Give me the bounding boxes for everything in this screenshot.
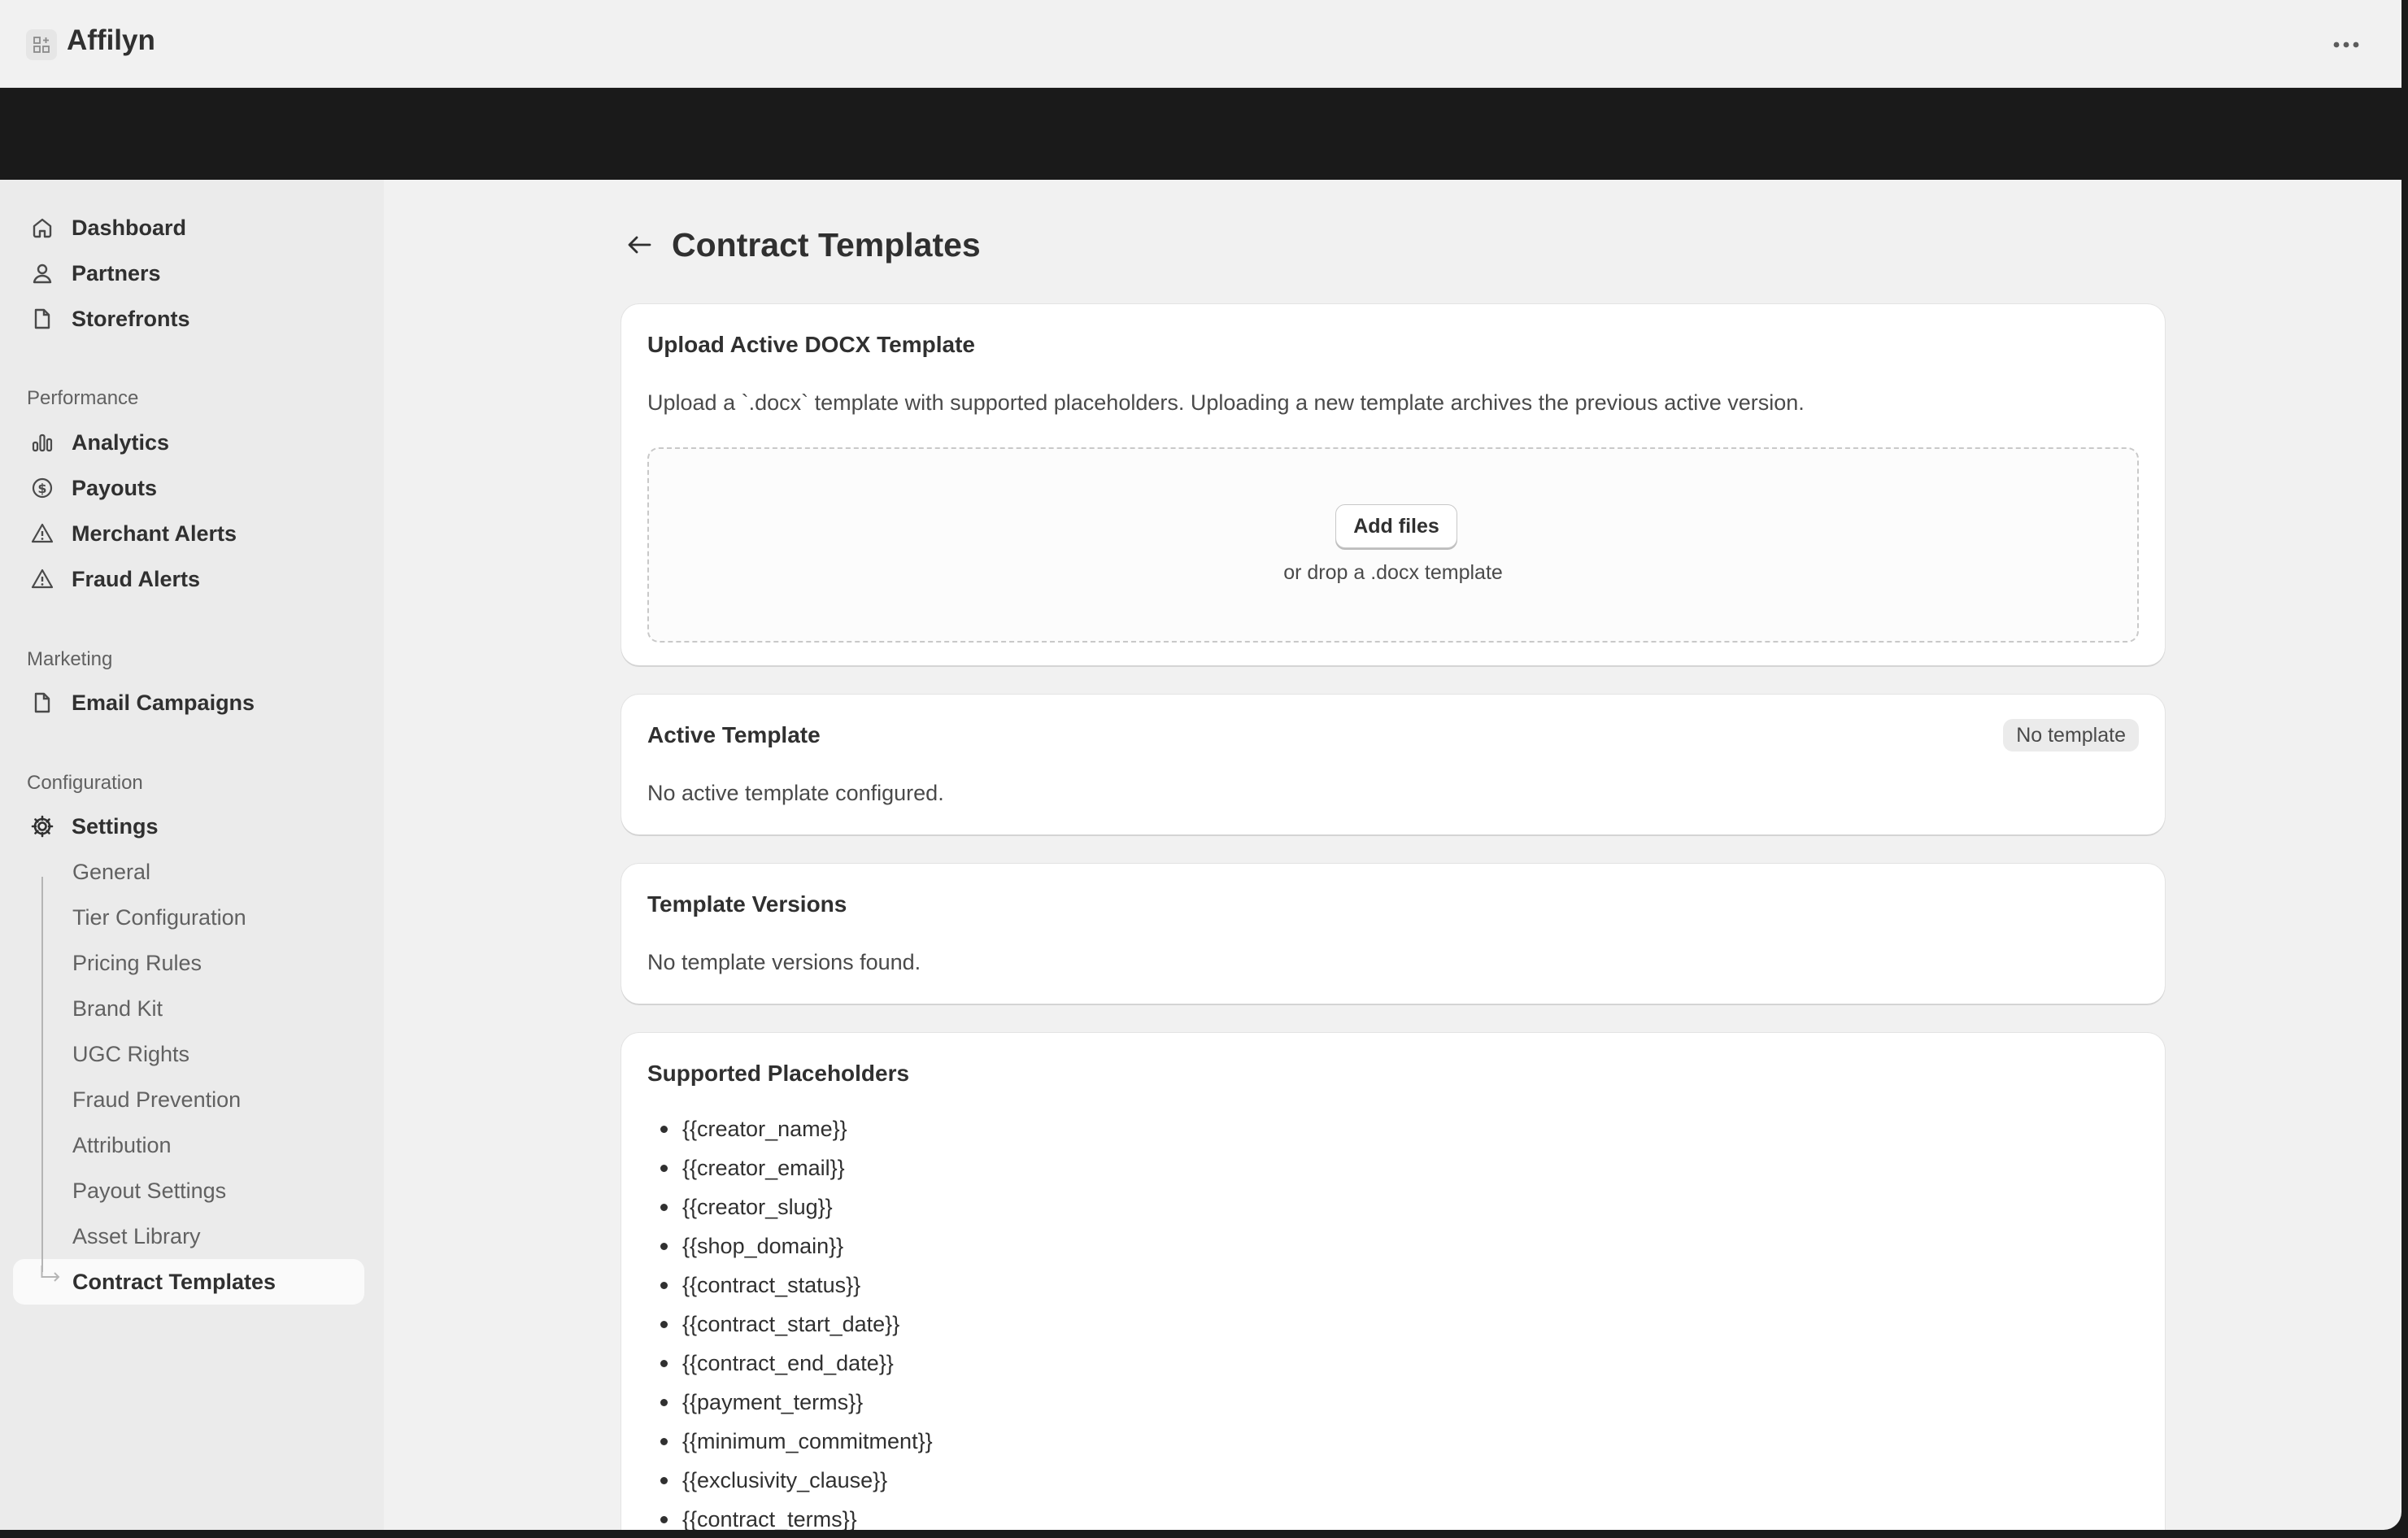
section-label-marketing: Marketing bbox=[27, 648, 113, 670]
top-banner bbox=[0, 88, 2401, 180]
list-item: {{creator_name}} bbox=[647, 1109, 933, 1148]
sidebar-subitem-general[interactable]: General bbox=[13, 849, 364, 895]
bar-chart-icon bbox=[28, 428, 57, 457]
page-icon bbox=[28, 304, 57, 333]
active-card-title: Active Template bbox=[647, 722, 821, 747]
list-item: {{minimum_commitment}} bbox=[647, 1422, 933, 1461]
page-header: Contract Templates bbox=[620, 220, 981, 269]
list-item: {{creator_email}} bbox=[647, 1148, 933, 1187]
person-icon bbox=[28, 259, 57, 288]
upload-card-title: Upload Active DOCX Template bbox=[647, 332, 975, 357]
drop-hint: or drop a .docx template bbox=[1283, 561, 1503, 584]
list-item: {{creator_slug}} bbox=[647, 1187, 933, 1226]
arrow-left-icon bbox=[628, 236, 651, 254]
list-item: {{shop_domain}} bbox=[647, 1226, 933, 1266]
alert-triangle-icon bbox=[28, 564, 57, 594]
sidebar-subitem-contract-templates[interactable]: Contract Templates bbox=[13, 1259, 364, 1305]
dollar-circle-icon: $ bbox=[28, 473, 57, 503]
tree-branch-arrow-icon bbox=[41, 1266, 60, 1282]
sidebar-subitem-pricing-rules[interactable]: Pricing Rules bbox=[13, 940, 364, 986]
list-item: {{contract_status}} bbox=[647, 1266, 933, 1305]
sidebar-item-dashboard[interactable]: Dashboard bbox=[13, 205, 364, 251]
versions-card-empty-text: No template versions found. bbox=[647, 950, 921, 974]
supported-placeholders-card: Supported Placeholders {{creator_name}} … bbox=[621, 1033, 2165, 1530]
sidebar-item-fraud-alerts[interactable]: Fraud Alerts bbox=[13, 556, 364, 602]
sidebar-item-partners[interactable]: Partners bbox=[13, 251, 364, 296]
page-icon bbox=[28, 688, 57, 717]
file-dropzone[interactable]: Add files or drop a .docx template bbox=[647, 447, 2139, 643]
gear-icon bbox=[28, 812, 57, 841]
list-item: {{contract_end_date}} bbox=[647, 1344, 933, 1383]
sidebar-subitem-attribution[interactable]: Attribution bbox=[13, 1122, 364, 1168]
upload-card-description: Upload a `.docx` template with supported… bbox=[647, 390, 1805, 415]
list-item: {{payment_terms}} bbox=[647, 1383, 933, 1422]
upload-template-card: Upload Active DOCX Template Upload a `.d… bbox=[621, 304, 2165, 665]
sidebar-subitem-ugc-rights[interactable]: UGC Rights bbox=[13, 1031, 364, 1077]
svg-text:$: $ bbox=[37, 481, 46, 496]
sidebar-subitem-brand-kit[interactable]: Brand Kit bbox=[13, 986, 364, 1031]
sidebar-subitem-asset-library[interactable]: Asset Library bbox=[13, 1213, 364, 1259]
status-badge: No template bbox=[2003, 719, 2139, 752]
more-options-button[interactable] bbox=[2323, 24, 2369, 65]
list-item: {{contract_start_date}} bbox=[647, 1305, 933, 1344]
app-title: Affilyn bbox=[67, 24, 155, 56]
active-card-empty-text: No active template configured. bbox=[647, 781, 944, 805]
sidebar-item-analytics[interactable]: Analytics bbox=[13, 420, 364, 465]
placeholders-card-title: Supported Placeholders bbox=[647, 1061, 910, 1086]
template-versions-card: Template Versions No template versions f… bbox=[621, 864, 2165, 1004]
add-files-button[interactable]: Add files bbox=[1335, 504, 1457, 548]
back-button[interactable] bbox=[620, 225, 659, 264]
app-grid-icon bbox=[26, 29, 57, 60]
ellipsis-icon bbox=[2333, 41, 2359, 48]
main-content: Contract Templates Upload Active DOCX Te… bbox=[384, 180, 2401, 1530]
sidebar: Dashboard Partners Storefronts Performan… bbox=[0, 180, 384, 1530]
list-item: {{contract_terms}} bbox=[647, 1500, 933, 1531]
sidebar-item-email-campaigns[interactable]: Email Campaigns bbox=[13, 680, 364, 725]
sidebar-subitem-fraud-prevention[interactable]: Fraud Prevention bbox=[13, 1077, 364, 1122]
sidebar-item-settings[interactable]: Settings bbox=[13, 804, 364, 849]
list-item: {{exclusivity_clause}} bbox=[647, 1461, 933, 1500]
sidebar-subitem-tier-configuration[interactable]: Tier Configuration bbox=[13, 895, 364, 940]
sidebar-subitem-payout-settings[interactable]: Payout Settings bbox=[13, 1168, 364, 1213]
alert-triangle-icon bbox=[28, 519, 57, 548]
placeholder-list: {{creator_name}} {{creator_email}} {{cre… bbox=[647, 1109, 933, 1531]
settings-tree-line bbox=[41, 877, 43, 1272]
sidebar-item-storefronts[interactable]: Storefronts bbox=[13, 296, 364, 342]
section-label-configuration: Configuration bbox=[27, 772, 143, 794]
home-icon bbox=[28, 213, 57, 242]
page-title: Contract Templates bbox=[672, 225, 981, 264]
app-window: Affilyn Dashboard Partners Storefronts P… bbox=[0, 0, 2401, 1530]
sidebar-item-merchant-alerts[interactable]: Merchant Alerts bbox=[13, 511, 364, 556]
section-label-performance: Performance bbox=[27, 387, 139, 409]
active-template-card: Active Template No template No active te… bbox=[621, 695, 2165, 834]
sidebar-item-payouts[interactable]: $ Payouts bbox=[13, 465, 364, 511]
title-bar: Affilyn bbox=[0, 0, 2401, 88]
versions-card-title: Template Versions bbox=[647, 891, 847, 917]
